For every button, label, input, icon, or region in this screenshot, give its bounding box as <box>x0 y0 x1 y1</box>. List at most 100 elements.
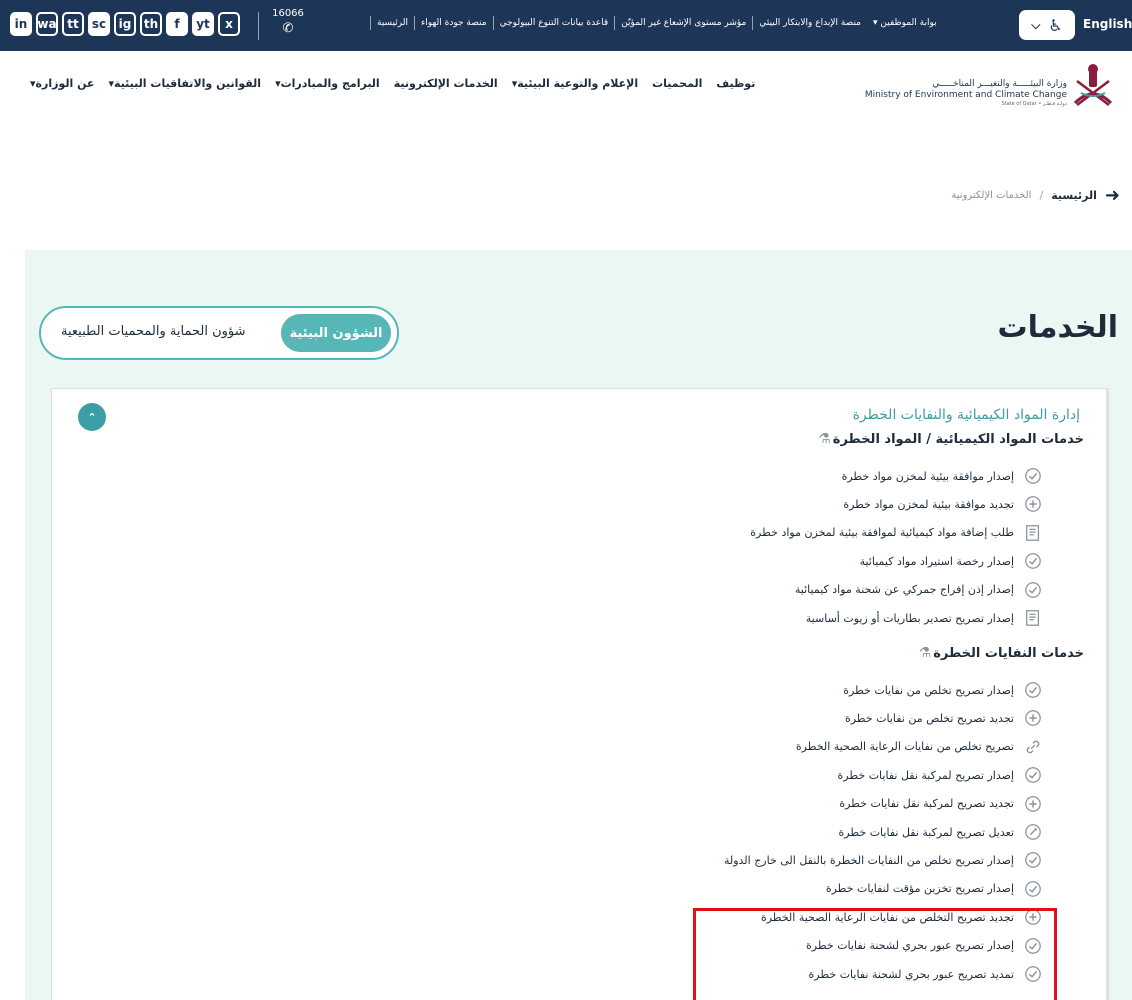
top-link-employees[interactable]: بوابة الموظفين ▾ <box>867 16 943 30</box>
flask-icon: ⚗ <box>918 645 932 661</box>
snapchat-icon[interactable]: sc <box>88 12 110 36</box>
top-link-air-quality[interactable]: منصة جودة الهواء <box>414 16 493 30</box>
nav-item-eservices[interactable]: الخدمات الإلكترونية <box>394 77 498 90</box>
service-item[interactable]: إصدار تصريح تخلص من نفايات خطرة <box>843 679 1042 701</box>
service-item-label: تجديد تصريح تخلص من نفايات خطرة <box>844 711 1014 725</box>
service-item-label: تمديد تصريح عبور بحري لشحنة نفايات خطرة <box>808 967 1014 981</box>
service-item[interactable]: إصدار تصريح تخزين مؤقت لنفايات خطرة <box>826 878 1042 900</box>
service-item-label: تجديد موافقة بيئية لمخزن مواد خطرة <box>843 497 1014 511</box>
category-title: إدارة المواد الكيميائية والنفايات الخطرة <box>852 407 1080 423</box>
service-item[interactable]: إصدار تصريح لمركبة نقل نفايات خطرة <box>838 764 1042 786</box>
facebook-icon[interactable]: f <box>166 12 188 36</box>
affairs-toggle: الشؤون البيئية شؤون الحماية والمحميات ال… <box>39 306 399 360</box>
service-item-label: إصدار تصريح عبور بحري لشحنة نفايات خطرة <box>806 939 1014 953</box>
instagram-icon[interactable]: ig <box>114 12 136 36</box>
top-link-biodiversity[interactable]: قاعدة بيانات التنوع البيولوجي <box>492 16 615 30</box>
top-link-radiation[interactable]: مؤشر مستوى الإشعاع غير المؤيّن <box>614 16 752 30</box>
service-item-label: طلب إضافة مواد كيميائية لموافقة بيئية لم… <box>750 526 1014 540</box>
nav-item-jobs[interactable]: توظيف <box>716 77 755 90</box>
check-circle-icon <box>1024 880 1042 898</box>
section-title-chemicals: خدمات المواد الكيميائية / المواد الخطرة … <box>818 431 1084 447</box>
social-links: in wa tt sc ig th f yt x <box>10 12 240 36</box>
threads-icon[interactable]: th <box>140 12 162 36</box>
service-item-label: إصدار تصريح تخزين مؤقت لنفايات خطرة <box>825 882 1014 896</box>
service-item-label: تجديد تصريح لمركبة نقل نفايات خطرة <box>839 797 1014 811</box>
plus-circle-icon <box>1024 495 1042 513</box>
accessibility-icon: ♿︎ <box>1048 15 1063 35</box>
link-icon <box>1024 738 1042 756</box>
top-bar: in wa tt sc ig th f yt x 16066 ✆ الرئيسي… <box>0 0 1132 51</box>
service-item[interactable]: تصريح تخلص من نفايات الرعاية الصحية الخط… <box>796 736 1042 758</box>
document-list-icon <box>1024 524 1042 542</box>
check-circle-icon <box>1024 766 1042 784</box>
service-item-label: تصريح تخلص من نفايات الرعاية الصحية الخط… <box>795 740 1014 754</box>
plus-circle-icon <box>1024 709 1042 727</box>
check-circle-icon <box>1024 965 1042 983</box>
tab-environmental-affairs[interactable]: الشؤون البيئية <box>281 314 391 352</box>
hotline[interactable]: 16066 ✆ <box>270 8 306 36</box>
nav-item-laws[interactable]: القوانين والاتفاقيات البيئية▾ <box>109 77 262 90</box>
service-item[interactable]: طلب إضافة مواد كيميائية لموافقة بيئية لم… <box>750 522 1042 544</box>
service-item[interactable]: تجديد تصريح تخلص من نفايات خطرة <box>845 707 1042 729</box>
service-item[interactable]: إصدار تصريح عبور بحري لشحنة نفايات خطرة <box>806 935 1042 957</box>
service-item[interactable]: إصدار تصريح تصدير بطاريات أو زيوت أساسية <box>806 607 1042 629</box>
phone-icon: ✆ <box>282 21 294 36</box>
nav-item-about[interactable]: عن الوزارة▾ <box>30 77 95 90</box>
nav-item-reserves[interactable]: المحميات <box>652 77 702 90</box>
service-item[interactable]: إصدار إذن إفراج جمركي عن شحنة مواد كيميا… <box>795 579 1042 601</box>
whatsapp-icon[interactable]: wa <box>36 12 58 36</box>
breadcrumb-separator: / <box>1039 189 1044 202</box>
breadcrumb-home[interactable]: الرئيسية <box>1051 189 1097 202</box>
service-item-label: إصدار إذن إفراج جمركي عن شحنة مواد كيميا… <box>794 583 1014 597</box>
section-title-waste: خدمات النفايات الخطرة ⚗ <box>919 645 1084 661</box>
check-circle-icon <box>1024 681 1042 699</box>
accessibility-button[interactable]: ⌵ ♿︎ <box>1019 10 1075 40</box>
collapse-button[interactable]: ⌃ <box>78 403 106 431</box>
service-item[interactable]: تعديل تصريح لمركبة نقل نفايات خطرة <box>839 821 1042 843</box>
service-item-label: إصدار تصريح تخلص من نفايات خطرة <box>843 683 1014 697</box>
nav-item-media[interactable]: الإعلام والتوعية البيئية▾ <box>512 77 638 90</box>
language-switch[interactable]: English <box>1083 17 1132 31</box>
divider <box>258 12 259 40</box>
top-link-home[interactable]: الرئيسية <box>370 16 414 30</box>
logo-english: Ministry of Environment and Climate Chan… <box>864 90 1067 100</box>
services-panel: الخدمات الشؤون البيئية شؤون الحماية والم… <box>25 250 1132 1000</box>
check-circle-icon <box>1024 552 1042 570</box>
tab-protection-reserves[interactable]: شؤون الحماية والمحميات الطبيعية <box>61 324 246 339</box>
service-item[interactable]: إصدار رخصة استيراد مواد كيميائية <box>860 550 1042 572</box>
service-item[interactable]: إصدار موافقة بيئية لمخزن مواد خطرة <box>842 465 1042 487</box>
service-item-label: إصدار موافقة بيئية لمخزن مواد خطرة <box>841 469 1014 483</box>
main-nav: عن الوزارة▾ القوانين والاتفاقيات البيئية… <box>0 51 1132 133</box>
breadcrumb: ➜ الرئيسية / الخدمات الإلكترونية <box>951 185 1120 206</box>
document-list-icon <box>1024 609 1042 627</box>
tiktok-icon[interactable]: tt <box>62 12 84 36</box>
service-item[interactable]: إصدار تصريح تخلص من النفايات الخطرة بالن… <box>724 849 1042 871</box>
service-item[interactable]: تجديد موافقة بيئية لمخزن مواد خطرة <box>843 493 1042 515</box>
top-link-innovation[interactable]: منصة الإبداع والابتكار البيئي <box>752 16 867 30</box>
nav-item-programs[interactable]: البرامج والمبادرات▾ <box>275 77 380 90</box>
chevron-down-icon: ⌵ <box>1031 17 1041 32</box>
service-item[interactable]: تمديد تصريح عبور بحري لشحنة نفايات خطرة <box>809 963 1042 985</box>
service-item-label: إصدار تصريح لمركبة نقل نفايات خطرة <box>837 768 1014 782</box>
logo-state: State of Qatar • دولـة قـطـر <box>1001 101 1067 107</box>
service-item-label: إصدار رخصة استيراد مواد كيميائية <box>859 554 1014 568</box>
section-title-text: خدمات النفايات الخطرة <box>933 645 1084 661</box>
plus-circle-icon <box>1024 908 1042 926</box>
breadcrumb-current: الخدمات الإلكترونية <box>951 190 1032 201</box>
service-item[interactable]: تجديد تصريح لمركبة نقل نفايات خطرة <box>839 793 1042 815</box>
nav-menu: عن الوزارة▾ القوانين والاتفاقيات البيئية… <box>30 77 760 90</box>
ministry-logo[interactable]: وزارة البيئـــــة والتغيـــر المناخـــــ… <box>860 61 1125 111</box>
service-item[interactable]: تجديد تصريح التخلص من نفايات الرعاية الص… <box>761 906 1042 928</box>
back-arrow-icon[interactable]: ➜ <box>1105 185 1120 206</box>
check-circle-icon <box>1024 467 1042 485</box>
page-title: الخدمات <box>997 310 1118 345</box>
logo-arabic: وزارة البيئـــــة والتغيـــر المناخـــــ… <box>932 79 1067 89</box>
x-icon[interactable]: x <box>218 12 240 36</box>
service-item-label: تعديل تصريح لمركبة نقل نفايات خطرة <box>838 825 1014 839</box>
qatar-emblem-icon <box>1073 64 1113 106</box>
flask-icon: ⚗ <box>818 431 831 447</box>
youtube-icon[interactable]: yt <box>192 12 214 36</box>
linkedin-icon[interactable]: in <box>10 12 32 36</box>
service-item-label: إصدار تصريح تصدير بطاريات أو زيوت أساسية <box>805 611 1014 625</box>
edit-circle-icon <box>1024 823 1042 841</box>
